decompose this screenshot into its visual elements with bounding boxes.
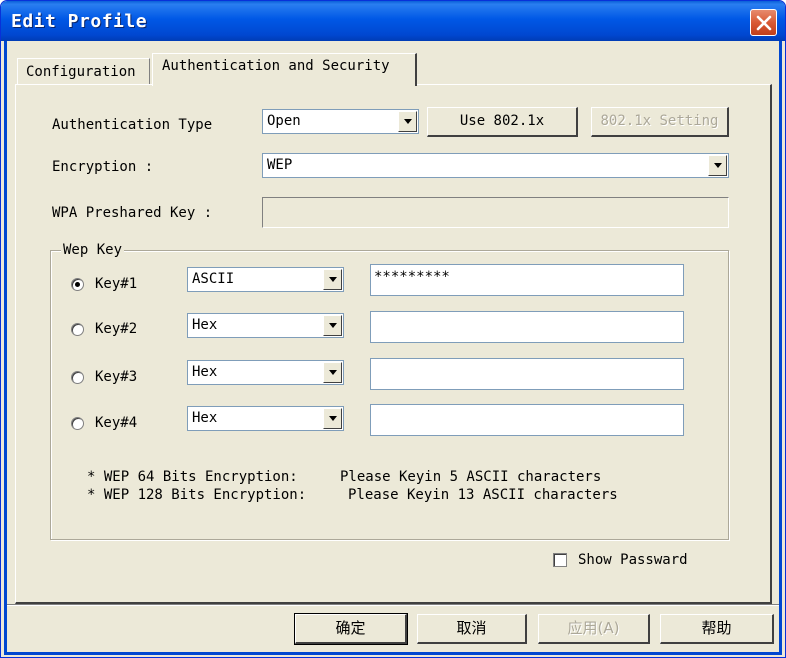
footer-divider	[7, 604, 779, 606]
key4-format-select[interactable]: Hex	[187, 406, 344, 431]
tab-configuration[interactable]: Configuration	[17, 58, 150, 85]
wep128-note-text: Please Keyin 13 ASCII characters	[348, 487, 618, 503]
key1-format-value: ASCII	[192, 271, 235, 287]
8021x-setting-button[interactable]: 802.1x Setting	[591, 107, 729, 137]
chevron-down-icon[interactable]	[323, 315, 342, 336]
key1-value: *********	[374, 269, 450, 285]
key2-format-select[interactable]: Hex	[187, 313, 344, 338]
key3-label: Key#3	[95, 369, 138, 385]
key4-format-value: Hex	[192, 410, 218, 426]
key4-value-field[interactable]	[370, 404, 684, 436]
authentication-type-select[interactable]: Open	[262, 109, 419, 134]
chevron-down-icon[interactable]	[323, 362, 342, 383]
key3-radio[interactable]	[71, 371, 84, 384]
key1-format-select[interactable]: ASCII	[187, 267, 344, 292]
key4-radio[interactable]	[71, 417, 84, 430]
encryption-value: WEP	[267, 157, 293, 173]
apply-button[interactable]: 应用(A)	[538, 614, 650, 644]
title-bar[interactable]: Edit Profile	[1, 1, 785, 41]
key2-format-value: Hex	[192, 317, 218, 333]
window-title: Edit Profile	[11, 11, 148, 32]
tab-authentication-security-label: Authentication and Security	[162, 58, 390, 74]
tab-authentication-security[interactable]: Authentication and Security	[152, 53, 417, 86]
key3-value-field[interactable]	[370, 358, 684, 390]
key1-label: Key#1	[95, 276, 138, 292]
tab-configuration-label: Configuration	[26, 64, 136, 80]
chevron-down-icon[interactable]	[323, 269, 342, 290]
chevron-down-icon[interactable]	[323, 408, 342, 429]
encryption-select[interactable]: WEP	[262, 153, 729, 178]
encryption-label: Encryption :	[52, 159, 154, 175]
key1-radio[interactable]	[71, 278, 84, 291]
key3-format-value: Hex	[192, 364, 218, 380]
wpa-preshared-key-label: WPA Preshared Key :	[52, 205, 213, 221]
ok-button[interactable]: 确定	[294, 613, 408, 645]
key2-radio[interactable]	[71, 323, 84, 336]
wpa-preshared-key-field[interactable]	[262, 197, 729, 228]
help-button[interactable]: 帮助	[660, 614, 774, 644]
authentication-type-label: Authentication Type	[52, 117, 213, 133]
key2-label: Key#2	[95, 321, 138, 337]
chevron-down-icon[interactable]	[708, 155, 727, 176]
wep128-note-label: * WEP 128 Bits Encryption:	[87, 487, 307, 503]
key3-format-select[interactable]: Hex	[187, 360, 344, 385]
key1-value-field[interactable]: *********	[370, 264, 684, 296]
show-password-label[interactable]: Show Passward	[578, 552, 688, 568]
wep-key-group-title: Wep Key	[61, 242, 125, 258]
chevron-down-icon[interactable]	[398, 111, 417, 132]
wep64-note-label: * WEP 64 Bits Encryption:	[87, 469, 298, 485]
show-password-checkbox[interactable]	[553, 553, 567, 567]
close-icon	[756, 15, 772, 31]
use-8021x-button[interactable]: Use 802.1x	[427, 107, 578, 137]
authentication-type-value: Open	[267, 113, 301, 129]
wep64-note-text: Please Keyin 5 ASCII characters	[340, 469, 602, 485]
key2-value-field[interactable]	[370, 311, 684, 343]
key4-label: Key#4	[95, 415, 138, 431]
close-button[interactable]	[750, 9, 777, 36]
cancel-button[interactable]: 取消	[417, 614, 527, 644]
edit-profile-dialog: Edit Profile Configuration Authenticatio…	[0, 0, 786, 658]
